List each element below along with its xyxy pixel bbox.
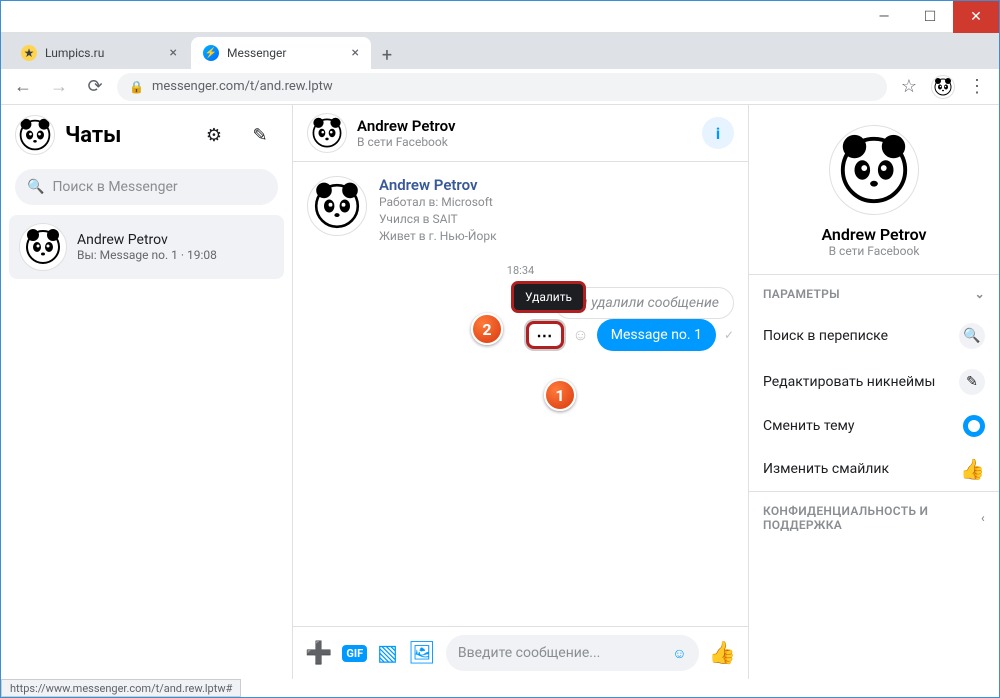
message-row: Удалить ⋯ ☺ Message no. 1 ✓ 1 2 — [307, 319, 734, 351]
message-bubble[interactable]: Message no. 1 — [597, 319, 716, 351]
setting-search-chat[interactable]: Поиск в переписке 🔍 — [749, 313, 999, 359]
message-timestamp: 18:34 — [307, 264, 734, 277]
params-section: ПАРАМЕТРЫ ⌄ Поиск в переписке 🔍 Редактир… — [749, 274, 999, 491]
messenger-favicon-icon: ⚡ — [203, 45, 219, 61]
search-icon: 🔍 — [27, 179, 44, 195]
params-header[interactable]: ПАРАМЕТРЫ ⌄ — [749, 275, 999, 313]
details-panel: Andrew Petrov В сети Facebook ПАРАМЕТРЫ … — [749, 105, 999, 679]
chats-sidebar: Чаты ⚙ ✎ 🔍 Поиск в Messenger Andrew Petr… — [1, 105, 293, 679]
tab-lumpics[interactable]: ★ Lumpics.ru × — [9, 37, 189, 69]
add-attachment-icon[interactable]: ➕ — [305, 641, 332, 666]
setting-label: Поиск в переписке — [763, 328, 888, 344]
chat-avatar — [19, 223, 67, 271]
star-bookmark-icon[interactable]: ☆ — [895, 73, 923, 101]
profile-block: Andrew Petrov В сети Facebook — [749, 105, 999, 274]
chats-title: Чаты — [65, 123, 186, 148]
profile-avatar[interactable] — [829, 125, 919, 215]
image-icon[interactable]: 🖼 — [408, 641, 436, 666]
conv-title: Andrew Petrov — [357, 117, 456, 135]
sticker-icon[interactable]: ▧ — [377, 641, 398, 666]
setting-change-theme[interactable]: Сменить тему — [749, 405, 999, 447]
message-more-icon[interactable]: ⋯ — [526, 321, 564, 349]
params-title: ПАРАМЕТРЫ — [763, 287, 840, 301]
chat-preview: Вы: Message no. 1 · 19:08 — [77, 248, 217, 262]
setting-label: Редактировать никнеймы — [763, 374, 935, 390]
gif-icon[interactable]: GIF — [342, 645, 367, 662]
message-status-icon: ✓ — [724, 328, 734, 342]
conv-subtitle: В сети Facebook — [357, 135, 456, 149]
intro-line-1: Работал в: Microsoft — [379, 194, 497, 211]
setting-change-emoji[interactable]: Изменить смайлик 👍 — [749, 447, 999, 491]
privacy-section: КОНФИДЕНЦИАЛЬНОСТЬ И ПОДДЕРЖКА ‹ — [749, 491, 999, 544]
profile-name: Andrew Petrov — [759, 225, 989, 244]
chat-item-andrew[interactable]: Andrew Petrov Вы: Message no. 1 · 19:08 — [9, 215, 284, 279]
setting-label: Изменить смайлик — [763, 461, 889, 477]
thumb-up-icon: 👍 — [960, 457, 985, 481]
conversation-body: Andrew Petrov Работал в: Microsoft Училс… — [293, 162, 748, 626]
conv-avatar[interactable] — [307, 113, 347, 153]
delete-tooltip[interactable]: Удалить — [511, 281, 586, 313]
search-input[interactable]: 🔍 Поиск в Messenger — [15, 169, 278, 205]
tab-label: Lumpics.ru — [45, 46, 104, 60]
edit-icon: ✎ — [959, 369, 985, 395]
window-controls: — ☐ ✕ — [861, 1, 999, 33]
emoji-picker-icon[interactable]: ☺ — [672, 645, 686, 662]
annotation-badge-2: 2 — [471, 313, 503, 345]
new-tab-button[interactable]: + — [373, 41, 401, 69]
tab-messenger[interactable]: ⚡ Messenger × — [191, 37, 371, 69]
close-tab-icon[interactable]: × — [170, 45, 177, 61]
conversation-pane: Andrew Petrov В сети Facebook i Andrew P… — [293, 105, 749, 679]
forward-button[interactable]: → — [45, 73, 73, 101]
compose-icon[interactable]: ✎ — [242, 117, 278, 153]
setting-label: Сменить тему — [763, 418, 855, 434]
intro-line-3: Живет в г. Нью-Йорк — [379, 228, 497, 245]
browser-tabs: ★ Lumpics.ru × ⚡ Messenger × + — [1, 33, 999, 69]
chevron-left-icon: ‹ — [981, 511, 985, 525]
annotation-badge-1: 1 — [544, 379, 576, 411]
react-icon[interactable]: ☺ — [572, 325, 588, 345]
chat-name: Andrew Petrov — [77, 232, 217, 248]
search-icon: 🔍 — [959, 323, 985, 349]
url-input[interactable]: 🔒 messenger.com/t/and.rew.lptw — [117, 73, 887, 101]
composer: ➕ GIF ▧ 🖼 Введите сообщение... ☺ 👍 — [293, 626, 748, 679]
intro-avatar — [307, 176, 367, 236]
lock-icon: 🔒 — [129, 80, 144, 94]
profile-status: В сети Facebook — [759, 244, 989, 258]
settings-gear-icon[interactable]: ⚙ — [196, 117, 232, 153]
maximize-button[interactable]: ☐ — [907, 1, 953, 33]
profile-avatar-icon[interactable] — [931, 75, 955, 99]
search-placeholder: Поиск в Messenger — [52, 179, 177, 195]
my-avatar[interactable] — [15, 115, 55, 155]
tab-label: Messenger — [227, 46, 286, 60]
intro-line-2: Учился в SAIT — [379, 211, 497, 228]
back-button[interactable]: ← — [9, 73, 37, 101]
theme-color-icon — [963, 415, 985, 437]
privacy-header[interactable]: КОНФИДЕНЦИАЛЬНОСТЬ И ПОДДЕРЖКА ‹ — [749, 492, 999, 544]
browser-statusbar: https://www.messenger.com/t/and.rew.lptw… — [1, 679, 241, 697]
message-placeholder: Введите сообщение... — [458, 645, 600, 661]
message-input[interactable]: Введите сообщение... ☺ — [446, 635, 699, 671]
menu-icon[interactable]: ⋮ — [963, 73, 991, 101]
window-titlebar: — ☐ ✕ — [1, 1, 999, 33]
messenger-app: Чаты ⚙ ✎ 🔍 Поиск в Messenger Andrew Petr… — [1, 105, 999, 679]
setting-edit-nicknames[interactable]: Редактировать никнеймы ✎ — [749, 359, 999, 405]
info-icon[interactable]: i — [702, 117, 734, 149]
privacy-title: КОНФИДЕНЦИАЛЬНОСТЬ И ПОДДЕРЖКА — [763, 504, 981, 532]
close-tab-icon[interactable]: × — [352, 45, 359, 61]
url-text: messenger.com/t/and.rew.lptw — [152, 79, 333, 94]
address-bar: ← → ⟳ 🔒 messenger.com/t/and.rew.lptw ☆ ⋮ — [1, 69, 999, 105]
chevron-down-icon: ⌄ — [975, 287, 985, 301]
conversation-header: Andrew Petrov В сети Facebook i — [293, 105, 748, 162]
contact-intro: Andrew Petrov Работал в: Microsoft Училс… — [307, 176, 734, 244]
lumpics-favicon-icon: ★ — [21, 45, 37, 61]
chats-header: Чаты ⚙ ✎ — [1, 105, 292, 165]
intro-name: Andrew Petrov — [379, 176, 497, 194]
thumb-up-icon[interactable]: 👍 — [709, 641, 736, 666]
minimize-button[interactable]: — — [861, 1, 907, 33]
close-window-button[interactable]: ✕ — [953, 1, 999, 33]
reload-button[interactable]: ⟳ — [81, 73, 109, 101]
